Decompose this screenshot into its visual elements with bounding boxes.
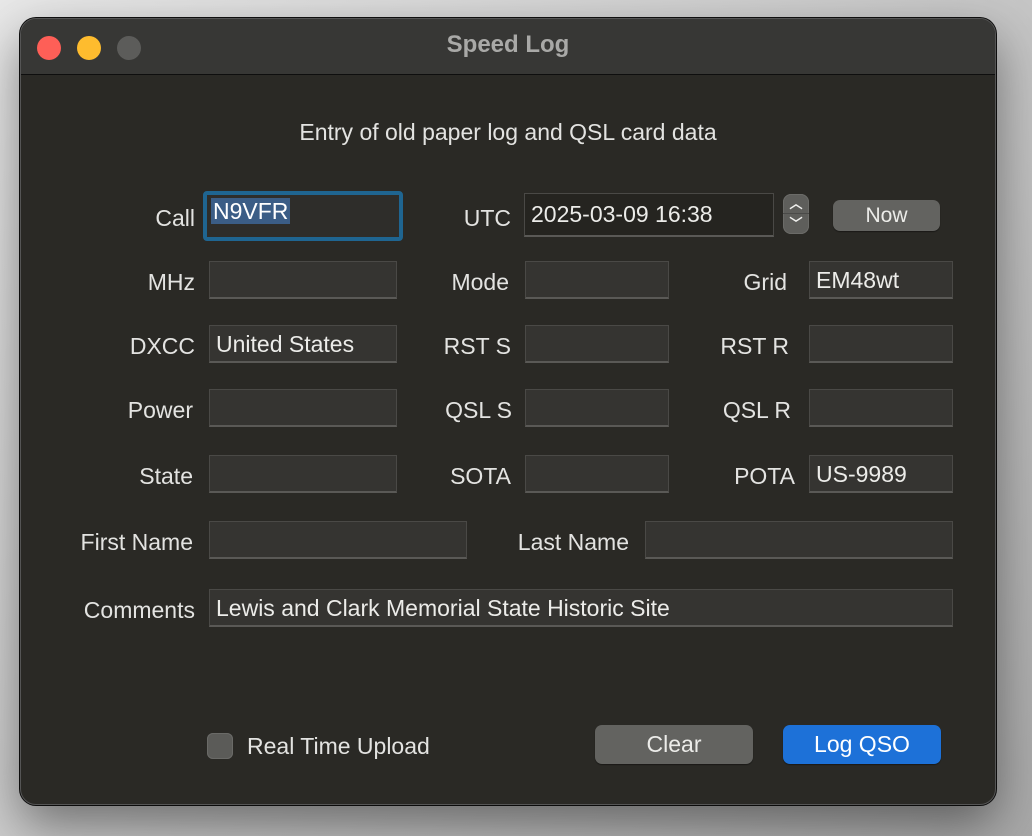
first-name-input[interactable] xyxy=(209,521,467,559)
form-description: Entry of old paper log and QSL card data xyxy=(299,119,717,145)
grid-label: Grid xyxy=(743,269,787,295)
call-value: N9VFR xyxy=(211,198,291,224)
mhz-label: MHz xyxy=(147,269,195,295)
last-name-label: Last Name xyxy=(517,529,629,555)
comments-label: Comments xyxy=(83,597,195,623)
real-time-upload-checkbox[interactable] xyxy=(207,733,233,759)
chevron-up-icon[interactable]: ︿ xyxy=(783,195,809,213)
title-bar[interactable]: Speed Log xyxy=(21,19,995,75)
pota-input[interactable]: US-9989 xyxy=(809,455,953,493)
stepper-divider xyxy=(783,213,809,214)
pota-label: POTA xyxy=(734,463,795,489)
qsl-r-label: QSL R xyxy=(722,397,791,423)
comments-input[interactable]: Lewis and Clark Memorial State Historic … xyxy=(209,589,953,627)
utc-input[interactable]: 2025-03-09 16:38 xyxy=(524,193,774,237)
now-button[interactable]: Now xyxy=(833,200,940,231)
grid-input[interactable]: EM48wt xyxy=(809,261,953,299)
qsl-s-label: QSL S xyxy=(445,397,512,423)
real-time-upload-label[interactable]: Real Time Upload xyxy=(247,733,430,760)
qsl-s-input[interactable] xyxy=(525,389,669,427)
dxcc-input[interactable]: United States xyxy=(209,325,397,363)
call-input[interactable]: N9VFR xyxy=(203,191,403,241)
last-name-input[interactable] xyxy=(645,521,953,559)
qsl-r-input[interactable] xyxy=(809,389,953,427)
rst-r-input[interactable] xyxy=(809,325,953,363)
mode-input[interactable] xyxy=(525,261,669,299)
sota-label: SOTA xyxy=(450,463,511,489)
chevron-down-icon[interactable]: ﹀ xyxy=(783,215,809,233)
power-label: Power xyxy=(127,397,193,423)
rst-s-label: RST S xyxy=(443,333,511,359)
mode-label: Mode xyxy=(451,269,509,295)
call-label: Call xyxy=(155,205,195,231)
power-input[interactable] xyxy=(209,389,397,427)
utc-label: UTC xyxy=(463,205,511,231)
dxcc-label: DXCC xyxy=(129,333,195,359)
rst-s-input[interactable] xyxy=(525,325,669,363)
mhz-input[interactable] xyxy=(209,261,397,299)
state-input[interactable] xyxy=(209,455,397,493)
log-qso-button[interactable]: Log QSO xyxy=(783,725,941,764)
first-name-label: First Name xyxy=(80,529,193,555)
state-label: State xyxy=(139,463,193,489)
sota-input[interactable] xyxy=(525,455,669,493)
speed-log-window: Speed Log Entry of old paper log and QSL… xyxy=(20,18,996,805)
rst-r-label: RST R xyxy=(720,333,789,359)
clear-button[interactable]: Clear xyxy=(595,725,753,764)
utc-stepper[interactable]: ︿ ﹀ xyxy=(783,194,809,234)
window-title: Speed Log xyxy=(446,31,570,58)
